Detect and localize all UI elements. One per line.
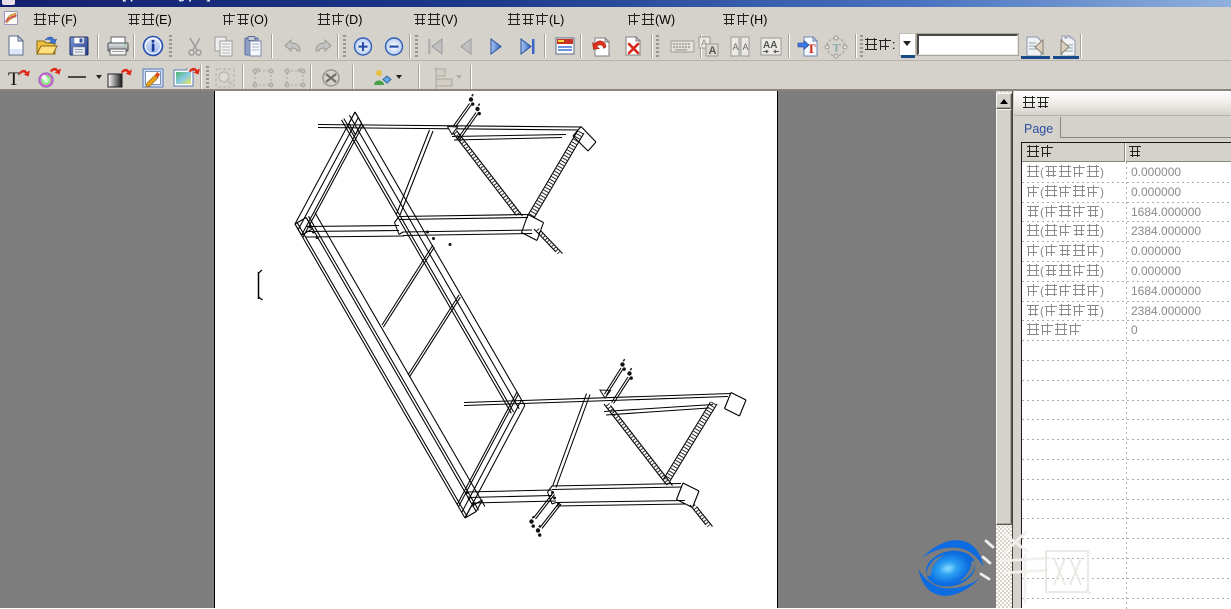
svg-text:T: T [833,41,841,55]
svg-text:A: A [743,42,749,52]
svg-text:T: T [807,41,816,56]
svg-text:AA: AA [763,40,777,51]
svg-text:T: T [8,69,20,90]
svg-text:A: A [709,45,717,57]
svg-text:A: A [733,42,739,52]
